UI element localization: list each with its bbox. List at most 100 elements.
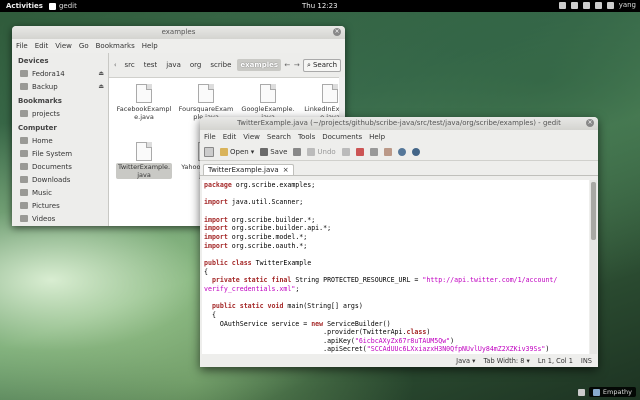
code-line: import org.scribe.builder.api.*; [204, 224, 332, 233]
menu-file[interactable]: File [204, 133, 216, 141]
gedit-titlebar[interactable]: TwitterExample.java (~/projects/github/s… [200, 117, 598, 130]
menu-help[interactable]: Help [369, 133, 385, 141]
code-line: package org.scribe.examples; [204, 181, 316, 189]
computer-heading: Computer [18, 124, 57, 132]
print-button[interactable] [293, 148, 302, 156]
sidebar-item-videos[interactable]: Videos [12, 212, 108, 225]
eject-icon[interactable]: ⏏ [98, 70, 104, 77]
chevron-left-icon[interactable]: ‹ [112, 59, 119, 71]
menu-view[interactable]: View [243, 133, 260, 141]
crumb-java[interactable]: java [163, 59, 184, 71]
code-line: import org.scribe.builder.*; [204, 215, 316, 224]
sidebar-item-fedora14[interactable]: Fedora14 ⏏ [12, 67, 108, 80]
chevron-down-icon: ▾ [250, 148, 255, 156]
code-line: private static final String PROTECTED_RE… [211, 276, 558, 285]
folder-icon [20, 163, 28, 170]
sidebar-item-downloads[interactable]: Downloads [12, 173, 108, 186]
folder-icon [20, 215, 28, 222]
code-line: public static void main(String[] args) [211, 302, 363, 311]
menu-documents[interactable]: Documents [322, 133, 362, 141]
sidebar-item-documents[interactable]: Documents [12, 160, 108, 173]
find-button[interactable] [397, 148, 406, 156]
editor-scrollbar[interactable] [590, 180, 597, 354]
tab-width-selector[interactable]: Tab Width: 8 ▾ [483, 357, 529, 365]
menu-view[interactable]: View [55, 42, 72, 50]
search-button[interactable]: ⌕ Search [303, 58, 342, 72]
menu-edit[interactable]: Edit [35, 42, 49, 50]
activities-button[interactable]: Activities [0, 2, 49, 10]
system-tray: yang [558, 1, 636, 9]
back-icon[interactable]: ← [284, 59, 291, 71]
scrollbar-thumb[interactable] [591, 182, 596, 240]
forward-icon[interactable]: → [294, 59, 301, 71]
menu-bookmarks[interactable]: Bookmarks [96, 42, 135, 50]
sidebar-item-pictures[interactable]: Pictures [12, 199, 108, 212]
close-icon[interactable]: × [333, 28, 341, 36]
file-manager-title: examples [161, 28, 196, 36]
sidebar-item-projects[interactable]: projects [12, 107, 108, 120]
crumb-scribe[interactable]: scribe [207, 59, 234, 71]
cut-icon [355, 148, 364, 156]
folder-open-icon [220, 148, 228, 156]
file-item[interactable]: FoursquareExample.java [178, 84, 234, 121]
app-menu[interactable]: gedit [48, 2, 77, 10]
close-tab-icon[interactable]: × [283, 166, 289, 174]
keyboard-icon[interactable] [577, 388, 585, 396]
battery-icon[interactable] [606, 1, 614, 9]
menu-search[interactable]: Search [267, 133, 291, 141]
file-item[interactable]: FacebookExampl e.java [116, 84, 172, 121]
new-document-button[interactable] [204, 147, 214, 157]
gedit-menubar: File Edit View Search Tools Documents He… [200, 130, 598, 144]
menu-help[interactable]: Help [142, 42, 158, 50]
folder-icon [20, 189, 28, 196]
crumb-test[interactable]: test [141, 59, 160, 71]
clock[interactable]: Thu 12:23 [302, 2, 338, 10]
open-button[interactable]: Open ▾ [220, 148, 254, 156]
drive-icon [20, 83, 28, 90]
sidebar-item-backup[interactable]: Backup ⏏ [12, 80, 108, 93]
replace-button[interactable] [411, 148, 420, 156]
close-icon[interactable]: × [586, 119, 594, 127]
paste-button[interactable] [383, 148, 392, 156]
gedit-toolbar: Open ▾ Save Undo [200, 144, 598, 161]
crumb-examples[interactable]: examples [237, 59, 282, 71]
empathy-icon [592, 388, 600, 396]
empathy-tray-item[interactable]: Empathy [588, 387, 636, 397]
menu-edit[interactable]: Edit [223, 133, 237, 141]
language-selector[interactable]: Java ▾ [456, 357, 475, 365]
sidebar-item-home[interactable]: Home [12, 134, 108, 147]
menu-go[interactable]: Go [79, 42, 89, 50]
code-editor[interactable]: package org.scribe.examples; import java… [202, 180, 589, 354]
user-menu[interactable]: yang [619, 1, 636, 9]
redo-button[interactable] [341, 148, 350, 156]
copy-button[interactable] [369, 148, 378, 156]
code-line: OAuthService service = new ServiceBuilde… [204, 319, 391, 328]
network-icon[interactable] [594, 1, 602, 9]
bluetooth-icon[interactable] [582, 1, 590, 9]
file-manager-titlebar[interactable]: examples × [12, 26, 345, 39]
sidebar-item-music[interactable]: Music [12, 186, 108, 199]
sidebar-item-file-system[interactable]: File System [12, 147, 108, 160]
menu-tools[interactable]: Tools [298, 133, 315, 141]
gedit-window: TwitterExample.java (~/projects/github/s… [200, 117, 598, 367]
crumb-org[interactable]: org [187, 59, 204, 71]
search-icon: ⌕ [307, 60, 311, 69]
accessibility-icon[interactable] [558, 1, 566, 9]
code-line: import java.util.Scanner; [204, 198, 304, 207]
file-item[interactable]: GoogleExample.java [240, 84, 296, 121]
text-file-icon [198, 84, 214, 103]
crumb-src[interactable]: src [122, 59, 138, 71]
app-name: gedit [58, 2, 77, 10]
code-line: .apiSecret("SCCAdUUc6LXxiazxH3N0QfpNUvlU… [204, 345, 550, 354]
text-file-icon [136, 142, 152, 161]
eject-icon[interactable]: ⏏ [98, 83, 104, 90]
undo-button[interactable]: Undo [307, 148, 336, 156]
volume-icon[interactable] [570, 1, 578, 9]
insert-mode: INS [580, 356, 592, 365]
file-item-selected[interactable]: TwitterExample. java [116, 142, 172, 179]
save-button[interactable]: Save [260, 148, 287, 156]
tab-twitter-example[interactable]: TwitterExample.java × [203, 164, 294, 175]
menu-file[interactable]: File [16, 42, 28, 50]
cut-button[interactable] [355, 148, 364, 156]
